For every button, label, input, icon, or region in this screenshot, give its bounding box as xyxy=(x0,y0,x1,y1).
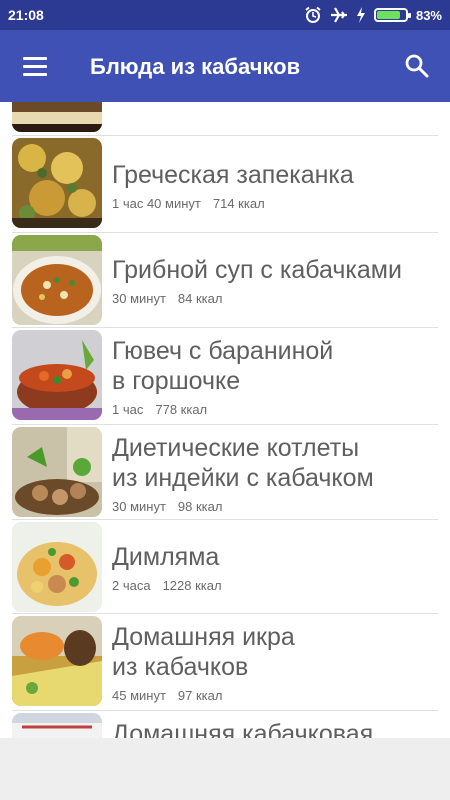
recipe-time: 30 минут xyxy=(112,291,166,306)
recipe-calories: 778 ккал xyxy=(155,402,208,417)
recipe-meta: 30 минут 84 ккал xyxy=(112,291,222,306)
alarm-icon xyxy=(305,6,321,23)
recipe-time: 45 минут xyxy=(112,688,166,703)
menu-icon xyxy=(23,56,47,60)
battery-icon xyxy=(373,8,411,22)
list-item[interactable]: Диетические котлеты из индейки с кабачко… xyxy=(0,425,450,519)
recipe-calories: 84 ккал xyxy=(177,291,223,306)
recipe-title-line2: из кабачков xyxy=(112,653,249,681)
list-item[interactable]: Греческая запеканка 1 час 40 минут 714 кк… xyxy=(0,136,450,232)
bottom-area xyxy=(0,738,450,800)
charging-icon xyxy=(356,7,365,23)
list-item[interactable]: Грибной суп с кабачками 30 минут 84 ккал xyxy=(0,233,450,327)
battery-percent: 83% xyxy=(415,7,442,23)
status-icons: 83% xyxy=(304,6,442,24)
recipe-title: Димляма xyxy=(112,543,220,571)
list-item[interactable]: Домашняя кабачковая xyxy=(0,711,450,738)
recipe-thumbnail xyxy=(12,427,102,517)
recipe-time: 1 час 40 минут xyxy=(112,196,201,211)
recipe-calories: 97 ккал xyxy=(177,688,223,703)
recipe-title-line2: в горшочке xyxy=(112,367,241,395)
recipe-meta: 30 минут 98 ккал xyxy=(112,499,222,514)
recipe-time: 2 часа xyxy=(112,578,151,593)
recipe-title-line2: из индейки с кабачком xyxy=(112,464,374,492)
menu-button[interactable] xyxy=(14,46,56,86)
recipe-list[interactable]: Греческая запеканка 1 час 40 минут 714 кк… xyxy=(0,102,450,738)
recipe-title: Грибной суп с кабачками xyxy=(112,256,402,284)
list-item[interactable]: Гювеч с бараниной в горшочке 1 час 778 кк… xyxy=(0,328,450,424)
recipe-meta: 1 час 40 минут 714 ккал xyxy=(112,196,265,211)
recipe-thumbnail xyxy=(12,102,102,132)
recipe-title: Гювеч с бараниной xyxy=(112,337,334,365)
recipe-title: Домашняя икра xyxy=(112,623,295,651)
app-bar: Блюда из кабачков xyxy=(0,30,450,102)
recipe-thumbnail xyxy=(12,235,102,325)
search-button[interactable] xyxy=(396,46,438,86)
status-time: 21:08 xyxy=(8,7,44,23)
recipe-meta: 1 час 778 ккал xyxy=(112,402,207,417)
list-item-partial[interactable] xyxy=(0,102,450,135)
recipe-calories: 1228 ккал xyxy=(162,578,222,593)
recipe-title: Диетические котлеты xyxy=(112,434,360,462)
recipe-title: Домашняя кабачковая xyxy=(112,720,374,738)
recipe-time: 1 час xyxy=(112,402,144,417)
recipe-calories: 98 ккал xyxy=(177,499,223,514)
recipe-time: 30 минут xyxy=(112,499,166,514)
status-bar: 21:08 83% xyxy=(0,0,450,30)
recipe-thumbnail xyxy=(12,616,102,706)
recipe-meta: 2 часа 1228 ккал xyxy=(112,578,222,593)
recipe-thumbnail xyxy=(12,330,102,420)
recipe-thumbnail xyxy=(12,522,102,612)
list-item[interactable]: Домашняя икра из кабачков 45 минут 97 кка… xyxy=(0,614,450,710)
list-item[interactable]: Димляма 2 часа 1228 ккал xyxy=(0,520,450,613)
battery-level xyxy=(376,11,401,19)
recipe-calories: 714 ккал xyxy=(212,196,265,211)
airplane-icon xyxy=(330,7,347,23)
recipe-thumbnail xyxy=(12,138,102,228)
recipe-meta: 45 минут 97 ккал xyxy=(112,688,222,703)
search-icon xyxy=(405,54,429,78)
page-title: Блюда из кабачков xyxy=(90,54,301,79)
recipe-title: Греческая запеканка xyxy=(112,161,354,189)
recipe-thumbnail xyxy=(12,713,102,738)
